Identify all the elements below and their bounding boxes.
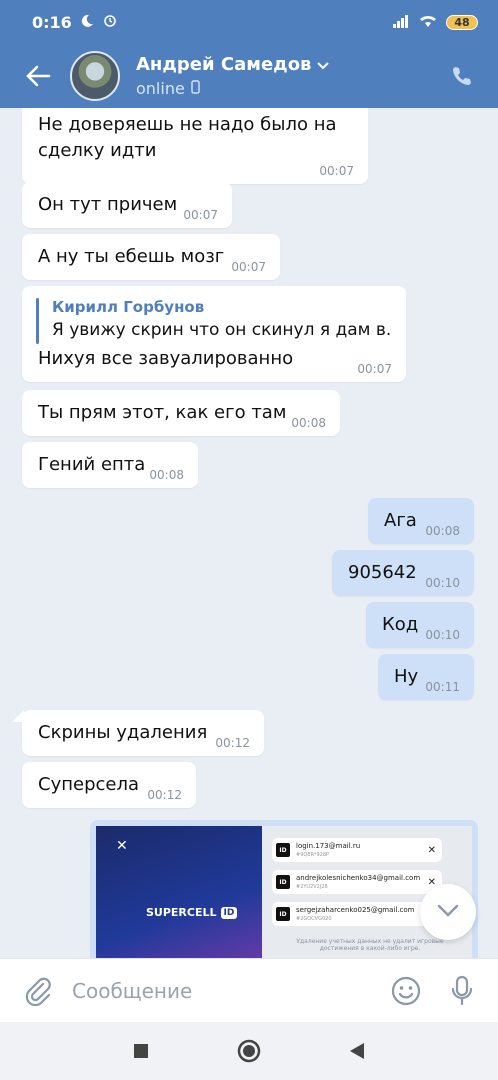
- account-row: ID andrejkolesnichenko34@gmail.com #2YU2…: [272, 870, 442, 894]
- id-badge: ID: [276, 907, 290, 921]
- triangle-icon[interactable]: [343, 1037, 371, 1065]
- message-incoming[interactable]: Ты прям этот, как его там 00:08: [22, 390, 340, 436]
- arrow-left-icon[interactable]: [14, 52, 62, 100]
- reply-quote-bar: [36, 298, 39, 344]
- system-navbar: [0, 1022, 498, 1080]
- chevron-down-icon: [437, 903, 459, 922]
- status-time: 0:16: [32, 12, 72, 32]
- close-icon: ✕: [116, 838, 128, 854]
- message-outgoing[interactable]: 905642 00:10: [332, 550, 474, 596]
- chevron-down-icon: [317, 54, 330, 75]
- scroll-down-button[interactable]: [420, 884, 476, 940]
- account-row: ID sergejzaharcenko025@gmail.com #2GOCVG…: [272, 902, 442, 926]
- paperclip-icon[interactable]: [18, 971, 58, 1011]
- circle-icon[interactable]: [235, 1037, 263, 1065]
- supercell-logo: SUPERCELL ID: [146, 906, 238, 919]
- message-incoming-reply[interactable]: Кирилл Горбунов Я увижу скрин что он ски…: [22, 286, 406, 382]
- id-badge: ID: [276, 843, 290, 857]
- id-badge: ID: [276, 875, 290, 889]
- screenshot-left-panel: ✕ SUPERCELL ID: [96, 826, 262, 958]
- message-composer: [0, 958, 498, 1022]
- moon-icon: [80, 13, 94, 32]
- online-status: online: [136, 79, 185, 98]
- message-outgoing[interactable]: Ну 00:11: [378, 654, 474, 700]
- message-text: Нихуя все завуалированно: [38, 348, 294, 369]
- square-icon[interactable]: [127, 1037, 155, 1065]
- message-incoming[interactable]: Он тут причем 00:07: [22, 182, 232, 228]
- message-input[interactable]: [72, 978, 386, 1003]
- avatar[interactable]: [70, 51, 120, 101]
- smiley-icon[interactable]: [386, 971, 426, 1011]
- battery-indicator: 48: [446, 14, 478, 30]
- message-outgoing[interactable]: Ага 00:08: [368, 498, 474, 544]
- status-bar: 0:16 48: [0, 0, 498, 44]
- screenshot-caption: Удаление учетных данных не удалит игровы…: [296, 938, 444, 952]
- wifi-icon: [418, 13, 438, 32]
- reply-text: Я увижу скрин что он скинул я дам в...: [52, 320, 392, 340]
- chat-toolbar: Андрей Самедов online: [0, 44, 498, 108]
- message-incoming[interactable]: Суперсела 00:12: [22, 762, 196, 808]
- signal-icon: [392, 13, 410, 32]
- message-incoming[interactable]: Скрины удаления 00:12: [22, 710, 264, 756]
- contact-name: Андрей Самедов: [136, 54, 312, 75]
- contact-title[interactable]: Андрей Самедов online: [136, 54, 330, 98]
- message-outgoing[interactable]: Код 00:10: [366, 602, 474, 648]
- message-incoming[interactable]: А ну ты ебешь мозг 00:07: [22, 234, 280, 280]
- message-incoming[interactable]: Гений епта 00:08: [22, 442, 198, 488]
- account-row: ID login.173@mail.ru #9Q8R*928P ✕: [272, 838, 442, 862]
- alarm-icon: [102, 12, 118, 32]
- microphone-icon[interactable]: [442, 971, 482, 1011]
- image-message[interactable]: ✕ SUPERCELL ID ID login.173@mail.ru #9Q8…: [90, 820, 478, 958]
- close-icon: ✕: [427, 844, 436, 856]
- mobile-icon: [191, 79, 200, 98]
- message-incoming[interactable]: Не доверяешь не надо было на сделку идти…: [22, 108, 368, 184]
- phone-icon[interactable]: [442, 56, 482, 96]
- reply-author: Кирилл Горбунов: [52, 298, 205, 316]
- message-list[interactable]: Не доверяешь не надо было на сделку идти…: [0, 108, 498, 958]
- app-header: 0:16 48 Андрей Самедов online: [0, 0, 498, 108]
